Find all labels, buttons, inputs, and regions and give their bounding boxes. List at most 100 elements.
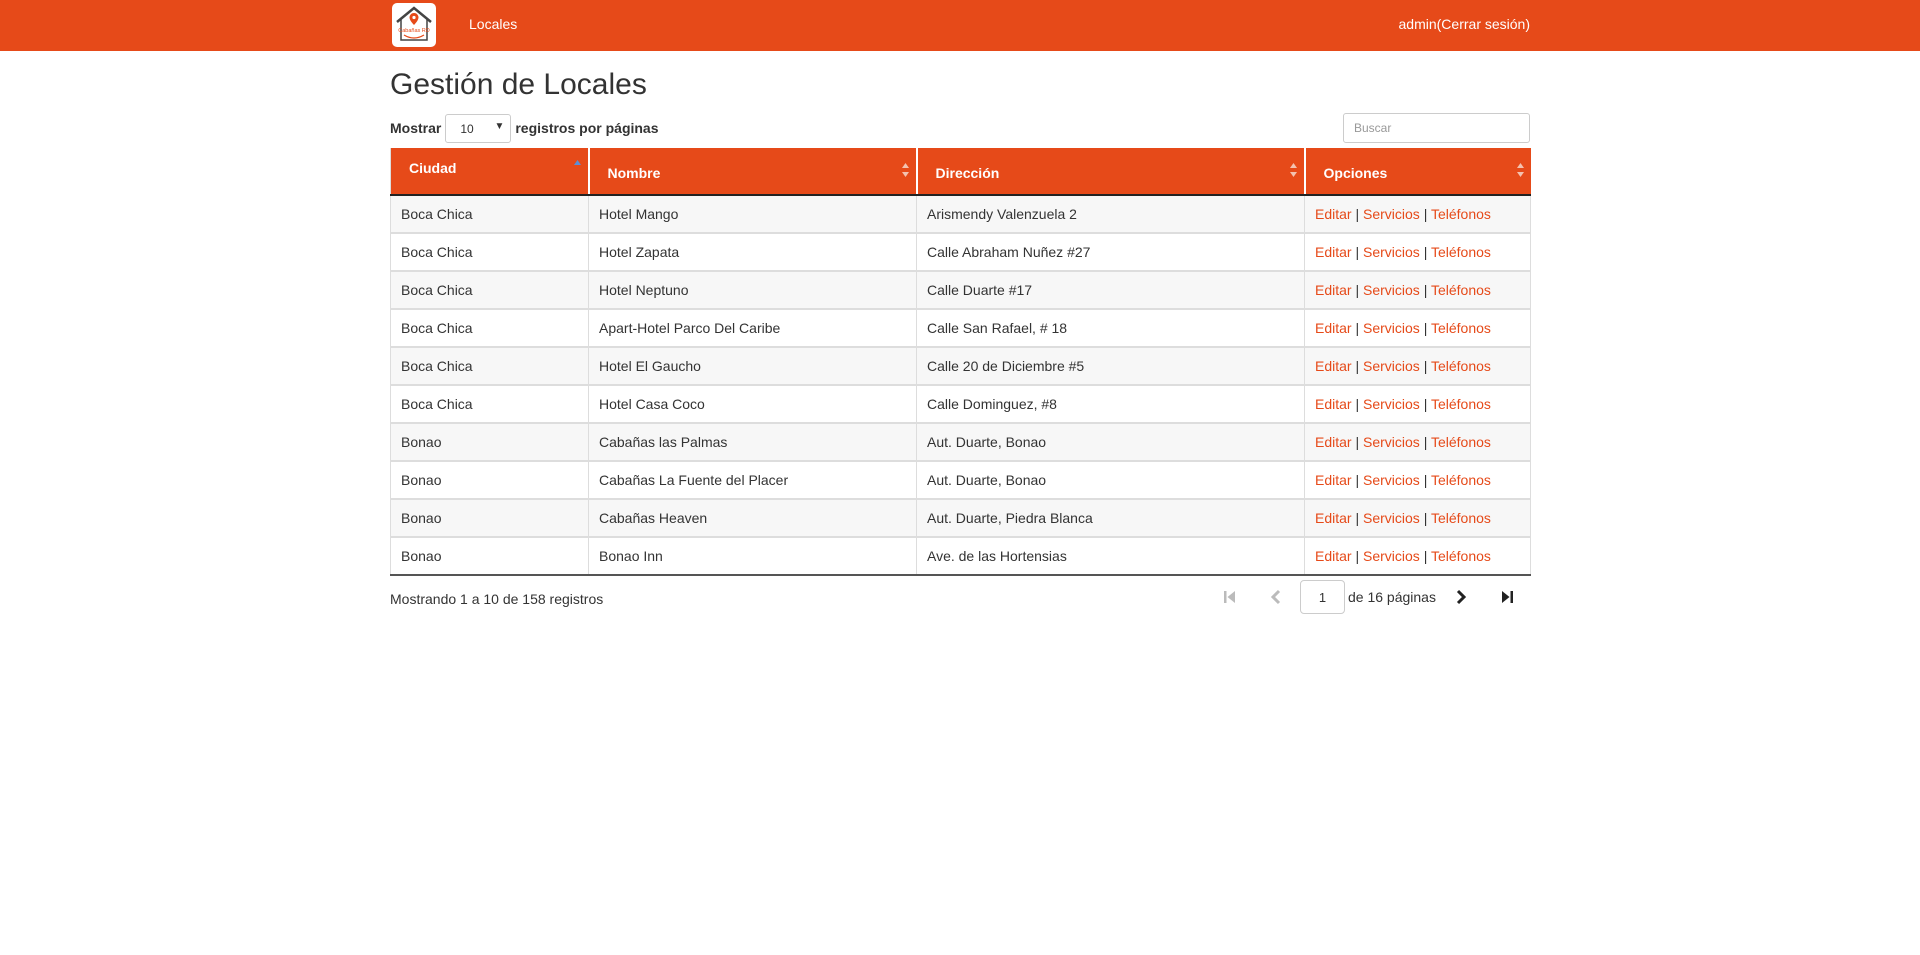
table-row: Bonao Cabañas La Fuente del Placer Aut. Du… (390, 460, 1531, 500)
cell-nombre: Bonao Inn (588, 536, 917, 576)
cell-opciones: Editar | Servicios | Teléfonos (1304, 460, 1531, 500)
phones-link[interactable]: Teléfonos (1431, 244, 1491, 260)
edit-link[interactable]: Editar (1315, 206, 1352, 222)
column-header-nombre[interactable]: Nombre (587, 148, 917, 196)
page-number-input[interactable] (1300, 580, 1345, 614)
search-input[interactable] (1343, 113, 1530, 143)
cell-direccion: Aut. Duarte, Piedra Blanca (916, 498, 1305, 538)
brand-logo[interactable]: Cabañas RD (392, 3, 436, 47)
page-length-select[interactable]: 10 ▼ (445, 113, 512, 143)
cell-direccion: Calle Abraham Nuñez #27 (916, 232, 1305, 272)
separator: | (1355, 244, 1360, 260)
phones-link[interactable]: Teléfonos (1431, 472, 1491, 488)
table-row: Boca Chica Hotel Neptuno Calle Duarte #17 E… (390, 270, 1531, 310)
separator: | (1423, 472, 1428, 488)
last-page-icon[interactable] (1498, 588, 1516, 606)
sort-icon (1289, 163, 1297, 177)
column-header-ciudad[interactable]: Ciudad (390, 148, 589, 196)
cell-opciones: Editar | Servicios | Teléfonos (1304, 308, 1531, 348)
cell-opciones: Editar | Servicios | Teléfonos (1304, 194, 1531, 234)
cell-ciudad: Bonao (390, 498, 589, 538)
next-page-icon[interactable] (1452, 588, 1470, 606)
chevron-down-icon: ▼ (494, 120, 505, 132)
column-header-direccion[interactable]: Dirección (915, 148, 1305, 196)
separator: | (1423, 244, 1428, 260)
edit-link[interactable]: Editar (1315, 548, 1352, 564)
table-row: Boca Chica Hotel Mango Arismendy Valenzuel… (390, 194, 1531, 234)
table-header-row: Ciudad Nombre Dirección Opciones (390, 148, 1531, 196)
cell-ciudad: Bonao (390, 422, 589, 462)
sort-ascending-icon (573, 160, 581, 165)
edit-link[interactable]: Editar (1315, 434, 1352, 450)
cell-ciudad: Boca Chica (390, 232, 589, 272)
separator: | (1355, 206, 1360, 222)
edit-link[interactable]: Editar (1315, 396, 1352, 412)
table-row: Boca Chica Hotel Casa Coco Calle Dominguez… (390, 384, 1531, 424)
services-link[interactable]: Servicios (1363, 396, 1420, 412)
house-logo-icon: Cabañas RD (396, 6, 432, 41)
phones-link[interactable]: Teléfonos (1431, 548, 1491, 564)
cell-opciones: Editar | Servicios | Teléfonos (1304, 536, 1531, 576)
column-label: Ciudad (409, 160, 457, 176)
phones-link[interactable]: Teléfonos (1431, 206, 1491, 222)
cell-ciudad: Boca Chica (390, 346, 589, 386)
phones-link[interactable]: Teléfonos (1431, 358, 1491, 374)
services-link[interactable]: Servicios (1363, 434, 1420, 450)
services-link[interactable]: Servicios (1363, 510, 1420, 526)
services-link[interactable]: Servicios (1363, 472, 1420, 488)
table-row: Bonao Cabañas las Palmas Aut. Duarte, Bona… (390, 422, 1531, 462)
services-link[interactable]: Servicios (1363, 206, 1420, 222)
table-row: Boca Chica Hotel Zapata Calle Abraham Nuñe… (390, 232, 1531, 272)
cell-opciones: Editar | Servicios | Teléfonos (1304, 498, 1531, 538)
cell-nombre: Hotel Zapata (588, 232, 917, 272)
column-label: Nombre (607, 165, 661, 181)
cell-direccion: Aut. Duarte, Bonao (916, 422, 1305, 462)
separator: | (1423, 434, 1428, 450)
sort-icon (1516, 163, 1524, 177)
page-title: Gestión de Locales (390, 68, 647, 101)
edit-link[interactable]: Editar (1315, 282, 1352, 298)
services-link[interactable]: Servicios (1363, 358, 1420, 374)
nav-locales-link[interactable]: Locales (469, 16, 517, 32)
services-link[interactable]: Servicios (1363, 320, 1420, 336)
cell-nombre: Apart-Hotel Parco Del Caribe (588, 308, 917, 348)
cell-ciudad: Bonao (390, 536, 589, 576)
separator: | (1355, 282, 1360, 298)
services-link[interactable]: Servicios (1363, 282, 1420, 298)
sort-icon (901, 163, 909, 177)
edit-link[interactable]: Editar (1315, 320, 1352, 336)
phones-link[interactable]: Teléfonos (1431, 320, 1491, 336)
length-prefix-label: Mostrar (390, 120, 442, 136)
edit-link[interactable]: Editar (1315, 472, 1352, 488)
column-header-opciones[interactable]: Opciones (1303, 148, 1531, 196)
table-row: Bonao Cabañas Heaven Aut. Duarte, Piedra B… (390, 498, 1531, 538)
prev-page-icon[interactable] (1267, 588, 1285, 606)
phones-link[interactable]: Teléfonos (1431, 396, 1491, 412)
logout-link[interactable]: admin(Cerrar sesión) (1399, 16, 1530, 32)
separator: | (1423, 358, 1428, 374)
separator: | (1355, 510, 1360, 526)
phones-link[interactable]: Teléfonos (1431, 434, 1491, 450)
edit-link[interactable]: Editar (1315, 358, 1352, 374)
separator: | (1423, 282, 1428, 298)
page-length-control: Mostrar 10 ▼ registros por páginas (390, 113, 659, 143)
cell-ciudad: Bonao (390, 460, 589, 500)
services-link[interactable]: Servicios (1363, 244, 1420, 260)
table-info: Mostrando 1 a 10 de 158 registros (390, 591, 604, 607)
column-label: Opciones (1323, 165, 1388, 181)
cell-ciudad: Boca Chica (390, 194, 589, 234)
services-link[interactable]: Servicios (1363, 548, 1420, 564)
edit-link[interactable]: Editar (1315, 510, 1352, 526)
table-row: Boca Chica Apart-Hotel Parco Del Caribe Ca… (390, 308, 1531, 348)
cell-direccion: Aut. Duarte, Bonao (916, 460, 1305, 500)
phones-link[interactable]: Teléfonos (1431, 510, 1491, 526)
edit-link[interactable]: Editar (1315, 244, 1352, 260)
phones-link[interactable]: Teléfonos (1431, 282, 1491, 298)
first-page-icon[interactable] (1221, 588, 1239, 606)
cell-opciones: Editar | Servicios | Teléfonos (1304, 232, 1531, 272)
cell-ciudad: Boca Chica (390, 270, 589, 310)
page-count-label: de 16 páginas (1348, 589, 1436, 605)
cell-direccion: Calle Dominguez, #8 (916, 384, 1305, 424)
column-label: Dirección (935, 165, 1000, 181)
separator: | (1355, 434, 1360, 450)
